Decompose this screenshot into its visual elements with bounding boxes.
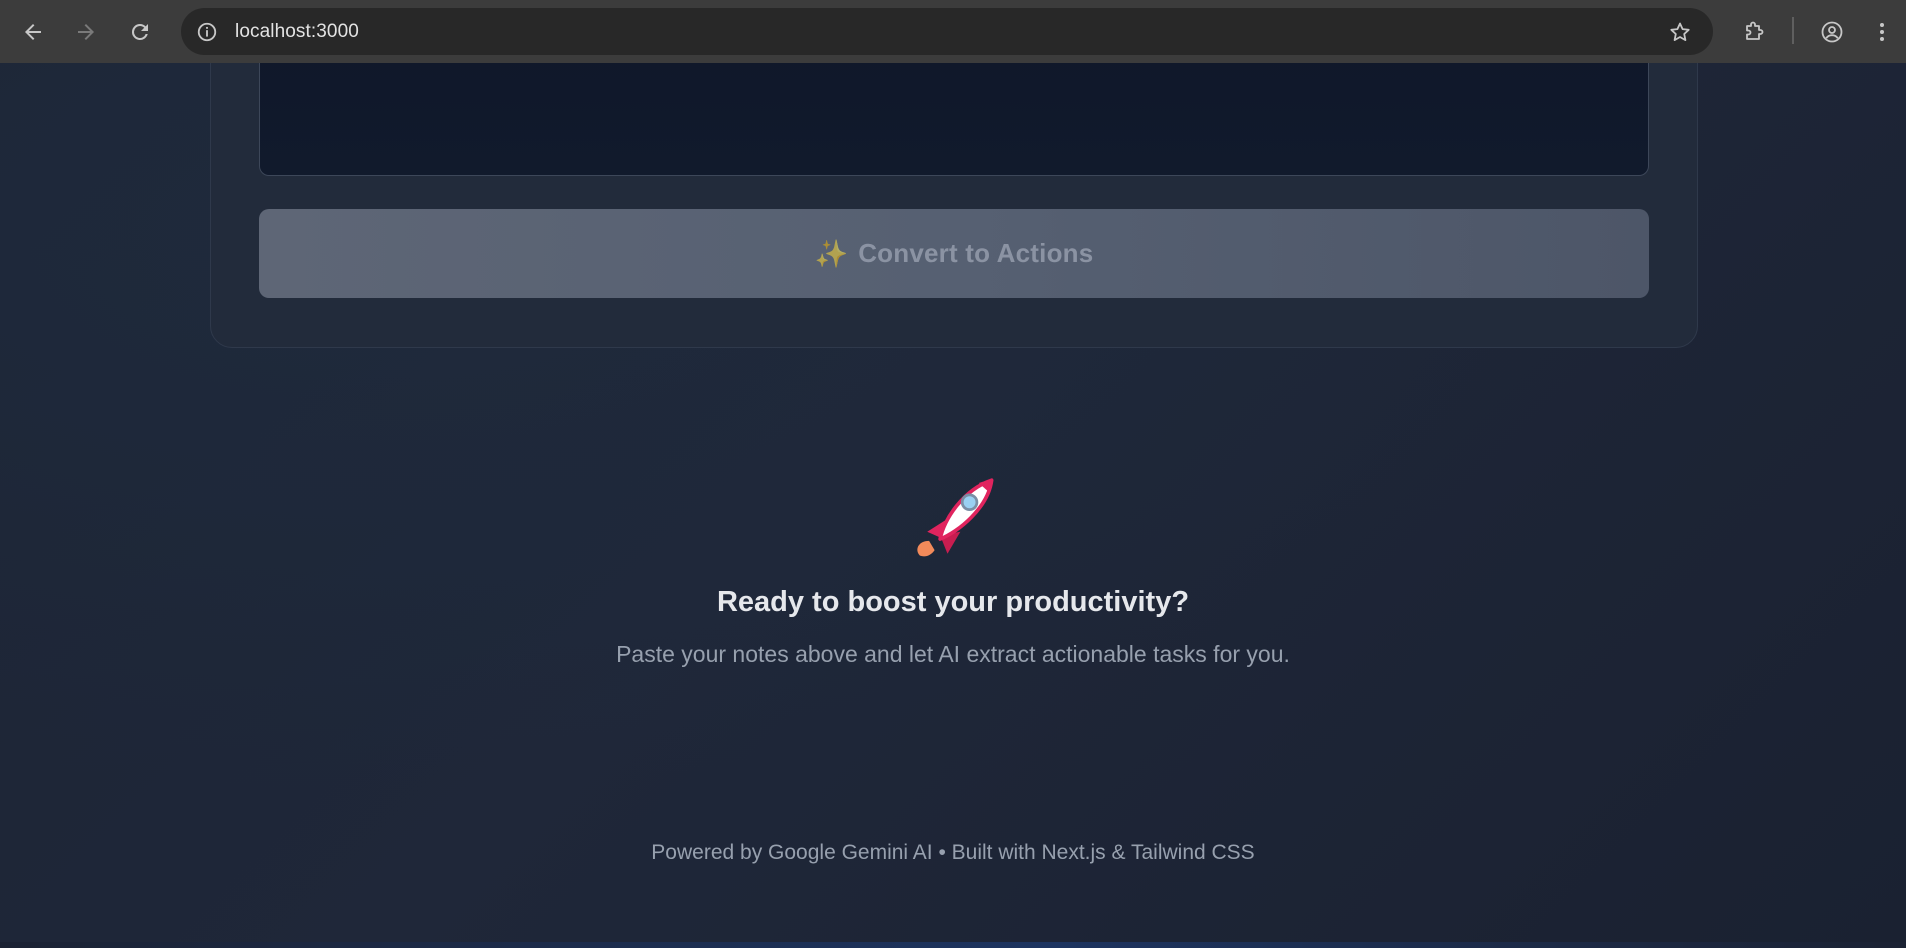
- arrow-right-icon: [78, 24, 94, 40]
- reload-button[interactable]: [119, 11, 161, 53]
- page-content: ✨ Convert to Actions Ready to boost your…: [0, 63, 1906, 948]
- browser-menu-button[interactable]: [1861, 11, 1903, 53]
- puzzle-icon: [1746, 21, 1764, 40]
- star-icon: [1670, 22, 1690, 41]
- back-button[interactable]: [12, 11, 54, 53]
- empty-state-title: Ready to boost your productivity?: [716, 586, 1190, 618]
- extensions-button[interactable]: [1733, 11, 1775, 53]
- convert-to-actions-button[interactable]: ✨ Convert to Actions: [259, 209, 1649, 298]
- site-info-button[interactable]: [195, 20, 219, 44]
- url-text[interactable]: localhost:3000: [235, 21, 359, 43]
- account-circle-icon: [1821, 21, 1843, 43]
- footer-text: Powered by Google Gemini AI • Built with…: [651, 841, 1255, 864]
- info-icon: [197, 22, 217, 42]
- notes-card: ✨ Convert to Actions: [210, 63, 1698, 348]
- forward-button[interactable]: [65, 11, 107, 53]
- bottom-accent: [0, 942, 1906, 948]
- sparkles-icon: ✨: [814, 238, 849, 269]
- bookmark-button[interactable]: [1667, 19, 1693, 45]
- reload-icon: [131, 23, 148, 40]
- rocket-icon: [917, 478, 994, 557]
- arrow-left-icon: [25, 24, 41, 40]
- convert-button-label: Convert to Actions: [858, 238, 1094, 268]
- browser-toolbar: localhost:3000: [0, 0, 1906, 63]
- address-bar[interactable]: localhost:3000: [181, 8, 1713, 55]
- more-vert-icon: [1880, 23, 1884, 41]
- empty-state-subtitle: Paste your notes above and let AI extrac…: [616, 641, 1290, 667]
- profile-button[interactable]: [1811, 11, 1853, 53]
- notes-textarea[interactable]: [259, 63, 1649, 176]
- toolbar-divider: [1792, 17, 1794, 44]
